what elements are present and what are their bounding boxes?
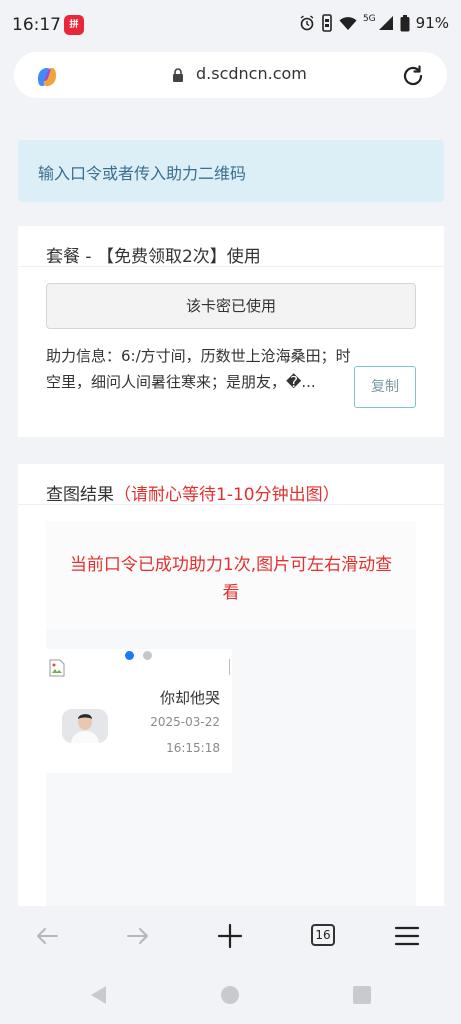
result-title-text: 查图结果 xyxy=(46,485,114,505)
plus-icon[interactable] xyxy=(216,922,244,950)
browser-address-area: d.scdncn.com xyxy=(0,48,461,104)
plan-title: 套餐 - 【免费领取2次】使用 xyxy=(46,247,261,267)
success-message: 当前口令已成功助力1次,图片可左右滑动查看 xyxy=(69,555,393,603)
forward-arrow-icon[interactable] xyxy=(124,922,152,950)
assist-time: 16:15:18 xyxy=(166,741,220,755)
pinduoduo-app-icon: 拼 xyxy=(64,15,84,35)
battery-icon xyxy=(400,14,410,31)
result-title: 查图结果（请耐心等待1-10分钟出图） xyxy=(46,480,340,505)
result-slide[interactable]: 你却他哭 2025-03-22 16:15:18 xyxy=(46,649,232,773)
tab-count: 16 xyxy=(311,924,335,946)
result-panel: 当前口令已成功助力1次,图片可左右滑动查看 你却他哭 2025-03-22 16… xyxy=(46,521,416,906)
card-used-button[interactable]: 该卡密已使用 xyxy=(46,283,416,329)
lock-icon xyxy=(173,68,183,82)
result-card: 查图结果（请耐心等待1-10分钟出图） 当前口令已成功助力1次,图片可左右滑动查… xyxy=(18,464,444,906)
back-arrow-icon[interactable] xyxy=(33,922,61,950)
status-indicators: 5G 91% xyxy=(299,14,449,32)
nav-recents-icon[interactable] xyxy=(352,985,372,1005)
assist-date: 2025-03-22 xyxy=(150,715,220,729)
copilot-icon[interactable] xyxy=(34,64,60,90)
plan-card: 套餐 - 【免费领取2次】使用 该卡密已使用 助力信息：6:/方寸间，历数世上沧… xyxy=(18,226,444,437)
nav-back-icon[interactable] xyxy=(88,984,108,1006)
status-time: 16:17 xyxy=(12,15,61,35)
status-bar: 16:17 拼 5G 91% xyxy=(0,0,461,48)
avatar-image xyxy=(62,709,108,743)
divider xyxy=(18,504,444,505)
input-hint-text: 输入口令或者传入助力二维码 xyxy=(38,164,247,183)
cell-signal-icon xyxy=(378,16,393,30)
tab-switcher-button[interactable]: 16 xyxy=(311,922,339,950)
browser-toolbar: 16 xyxy=(0,906,461,966)
success-box: 当前口令已成功助力1次,图片可左右滑动查看 xyxy=(46,521,416,629)
system-nav-bar xyxy=(0,966,461,1024)
address-bar[interactable]: d.scdncn.com xyxy=(14,52,447,98)
result-title-note: （请耐心等待1-10分钟出图） xyxy=(114,485,340,505)
wifi-icon xyxy=(339,17,357,30)
page-content: 输入口令或者传入助力二维码 套餐 - 【免费领取2次】使用 该卡密已使用 助力信… xyxy=(0,104,461,906)
divider xyxy=(18,266,444,267)
battery-percent: 91% xyxy=(415,14,449,32)
url-text[interactable]: d.scdncn.com xyxy=(196,64,307,83)
alarm-icon xyxy=(300,15,314,31)
carousel-dot[interactable] xyxy=(143,651,152,660)
hamburger-menu-icon[interactable] xyxy=(393,922,421,950)
copy-button[interactable]: 复制 xyxy=(354,366,416,408)
divider xyxy=(229,659,230,675)
avatar xyxy=(62,709,108,743)
broken-image-icon xyxy=(49,659,65,677)
vibrate-icon xyxy=(322,14,332,32)
input-hint-alert[interactable]: 输入口令或者传入助力二维码 xyxy=(18,140,444,202)
assist-info-text: 助力信息：6:/方寸间，历数世上沧海桑田；时空里，细问人间暑往寒来；是朋友，�.… xyxy=(46,347,351,391)
nav-home-icon[interactable] xyxy=(220,985,240,1005)
reload-icon[interactable] xyxy=(401,64,425,88)
carousel-dot-active[interactable] xyxy=(125,651,134,660)
network-type: 5G xyxy=(362,14,376,24)
nickname: 你却他哭 xyxy=(159,689,220,707)
